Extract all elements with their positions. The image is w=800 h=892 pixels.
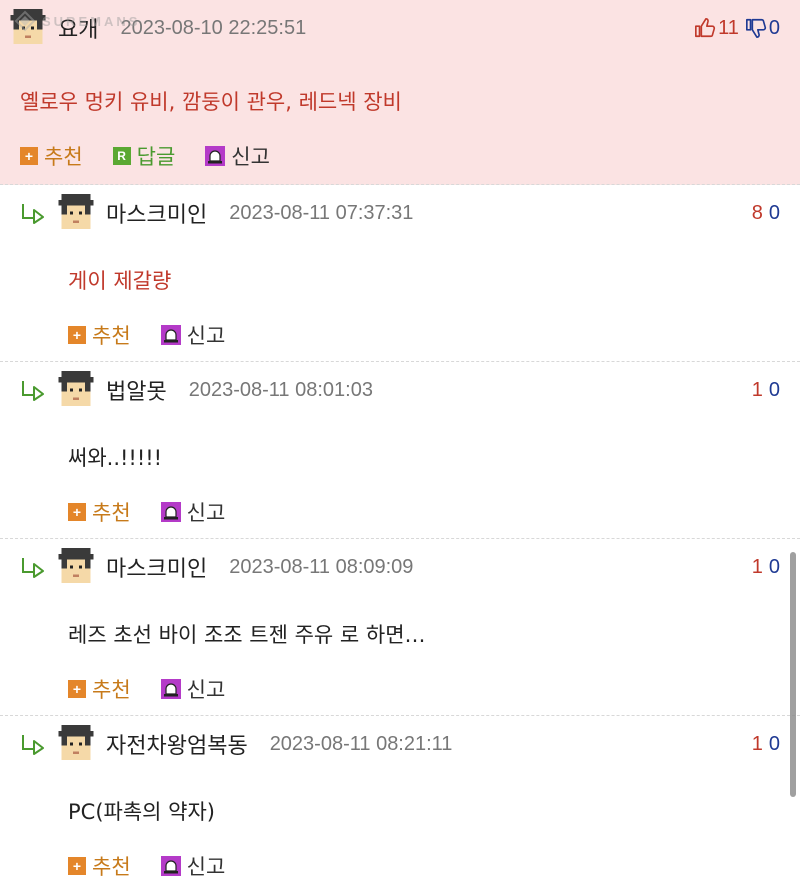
- downvote-count[interactable]: 0: [769, 733, 780, 756]
- downvote-count: 0: [768, 16, 780, 39]
- upvote-count[interactable]: 1: [752, 379, 763, 402]
- recommend-button[interactable]: + 추천: [68, 320, 131, 350]
- plus-icon: +: [68, 680, 86, 698]
- comment-actions: + 추천 R 답글 신고: [0, 114, 800, 176]
- plus-icon: +: [68, 503, 86, 521]
- reply-comment: 마스크미인 2023-08-11 07:37:31 8 0 게이 제갈량 + 추…: [0, 185, 800, 362]
- watermark-logo-icon: [14, 10, 36, 32]
- report-button[interactable]: 신고: [205, 141, 270, 171]
- recommend-label: 추천: [92, 855, 131, 879]
- comment-date: 2023-08-11 08:21:11: [269, 732, 453, 755]
- comment-actions: + 추천 신고: [0, 293, 800, 355]
- reply-comment: 자전차왕엄복동 2023-08-11 08:21:11 1 0 PC(파촉의 약…: [0, 716, 800, 892]
- comment-header: 법알못 2023-08-11 08:01:03 1 0: [0, 362, 800, 418]
- vote-counts: 8 0: [752, 185, 780, 241]
- plus-icon: +: [68, 326, 86, 344]
- upvote-count[interactable]: 1: [752, 556, 763, 579]
- comment-body: 써와..!!!!!: [68, 446, 163, 470]
- reply-r-icon: R: [112, 147, 131, 165]
- user-avatar-icon[interactable]: [58, 548, 94, 586]
- report-label: 신고: [186, 501, 226, 525]
- reply-label: 답글: [136, 145, 176, 169]
- comment-header: 마스크미인 2023-08-11 07:37:31 8 0: [0, 185, 800, 241]
- downvote-count[interactable]: 0: [769, 202, 780, 225]
- vote-counts: 1 0: [752, 362, 780, 418]
- siren-icon: [160, 679, 181, 699]
- vote-counts: 1 0: [752, 539, 780, 595]
- upvote-count: 11: [718, 16, 739, 39]
- recommend-button[interactable]: + 추천: [68, 674, 131, 704]
- comment-actions: + 추천 신고: [0, 647, 800, 709]
- recommend-label: 추천: [92, 324, 131, 348]
- upvote-count[interactable]: 8: [752, 202, 763, 225]
- recommend-label: 추천: [44, 145, 83, 169]
- recommend-button[interactable]: + 추천: [68, 851, 131, 881]
- report-label: 신고: [186, 324, 226, 348]
- user-avatar-icon[interactable]: [58, 194, 94, 232]
- report-button[interactable]: 신고: [160, 497, 226, 527]
- scrollbar-thumb[interactable]: [790, 552, 796, 797]
- recommend-label: 추천: [92, 678, 131, 702]
- report-label: 신고: [231, 145, 270, 169]
- comment-date: 2023-08-10 22:25:51: [120, 16, 307, 39]
- reply-arrow-icon: [22, 558, 44, 578]
- comment-date: 2023-08-11 08:09:09: [229, 555, 414, 578]
- recommend-button[interactable]: + 추천: [68, 497, 131, 527]
- siren-icon: [160, 502, 181, 522]
- downvote-count[interactable]: 0: [769, 556, 780, 579]
- recommend-button[interactable]: + 추천: [20, 141, 83, 171]
- report-label: 신고: [186, 678, 226, 702]
- comment-body: 레즈 초선 바이 조조 트젠 주유 로 하면…: [68, 623, 426, 647]
- reply-arrow-icon: [22, 204, 44, 224]
- plus-icon: +: [68, 857, 86, 875]
- siren-icon: [205, 146, 226, 166]
- report-label: 신고: [186, 855, 226, 879]
- comment-date: 2023-08-11 08:01:03: [188, 378, 373, 401]
- user-avatar-icon[interactable]: [58, 725, 94, 763]
- thumbs-down-icon[interactable]: [745, 17, 767, 39]
- user-avatar-icon[interactable]: [58, 371, 94, 409]
- vote-counts: 11 0: [694, 0, 780, 56]
- report-button[interactable]: 신고: [160, 320, 226, 350]
- siren-icon: [160, 325, 181, 345]
- report-button[interactable]: 신고: [160, 674, 226, 704]
- comment-nick[interactable]: 법알못: [106, 374, 167, 406]
- comment-nick[interactable]: 마스크미인: [106, 197, 207, 229]
- reply-comment: 법알못 2023-08-11 08:01:03 1 0 써와..!!!!! + …: [0, 362, 800, 539]
- reply-comment: 마스크미인 2023-08-11 08:09:09 1 0 레즈 초선 바이 조…: [0, 539, 800, 716]
- comment-date: 2023-08-11 07:37:31: [229, 201, 414, 224]
- comment-actions: + 추천 신고: [0, 824, 800, 886]
- reply-button[interactable]: R 답글: [112, 141, 176, 171]
- comment-body: 게이 제갈량: [68, 269, 172, 293]
- report-button[interactable]: 신고: [160, 851, 226, 881]
- comment-body: PC(파촉의 약자): [68, 800, 215, 824]
- reply-arrow-icon: [22, 735, 44, 755]
- watermark-text: SUREMANS: [42, 13, 141, 29]
- comment-nick[interactable]: 자전차왕엄복동: [106, 728, 248, 760]
- downvote-count[interactable]: 0: [769, 379, 780, 402]
- thumbs-up-icon[interactable]: [694, 17, 716, 39]
- comment-actions: + 추천 신고: [0, 470, 800, 532]
- vote-counts: 1 0: [752, 716, 780, 772]
- watermark: SUREMANS: [14, 10, 140, 32]
- upvote-count[interactable]: 1: [752, 733, 763, 756]
- reply-arrow-icon: [22, 381, 44, 401]
- comment-header: 자전차왕엄복동 2023-08-11 08:21:11 1 0: [0, 716, 800, 772]
- siren-icon: [160, 856, 181, 876]
- plus-icon: +: [20, 147, 38, 165]
- recommend-label: 추천: [92, 501, 131, 525]
- comment-header: 마스크미인 2023-08-11 08:09:09 1 0: [0, 539, 800, 595]
- comment-body: 옐로우 멍키 유비, 깜둥이 관우, 레드넥 장비: [20, 90, 402, 114]
- comment-nick[interactable]: 마스크미인: [106, 551, 207, 583]
